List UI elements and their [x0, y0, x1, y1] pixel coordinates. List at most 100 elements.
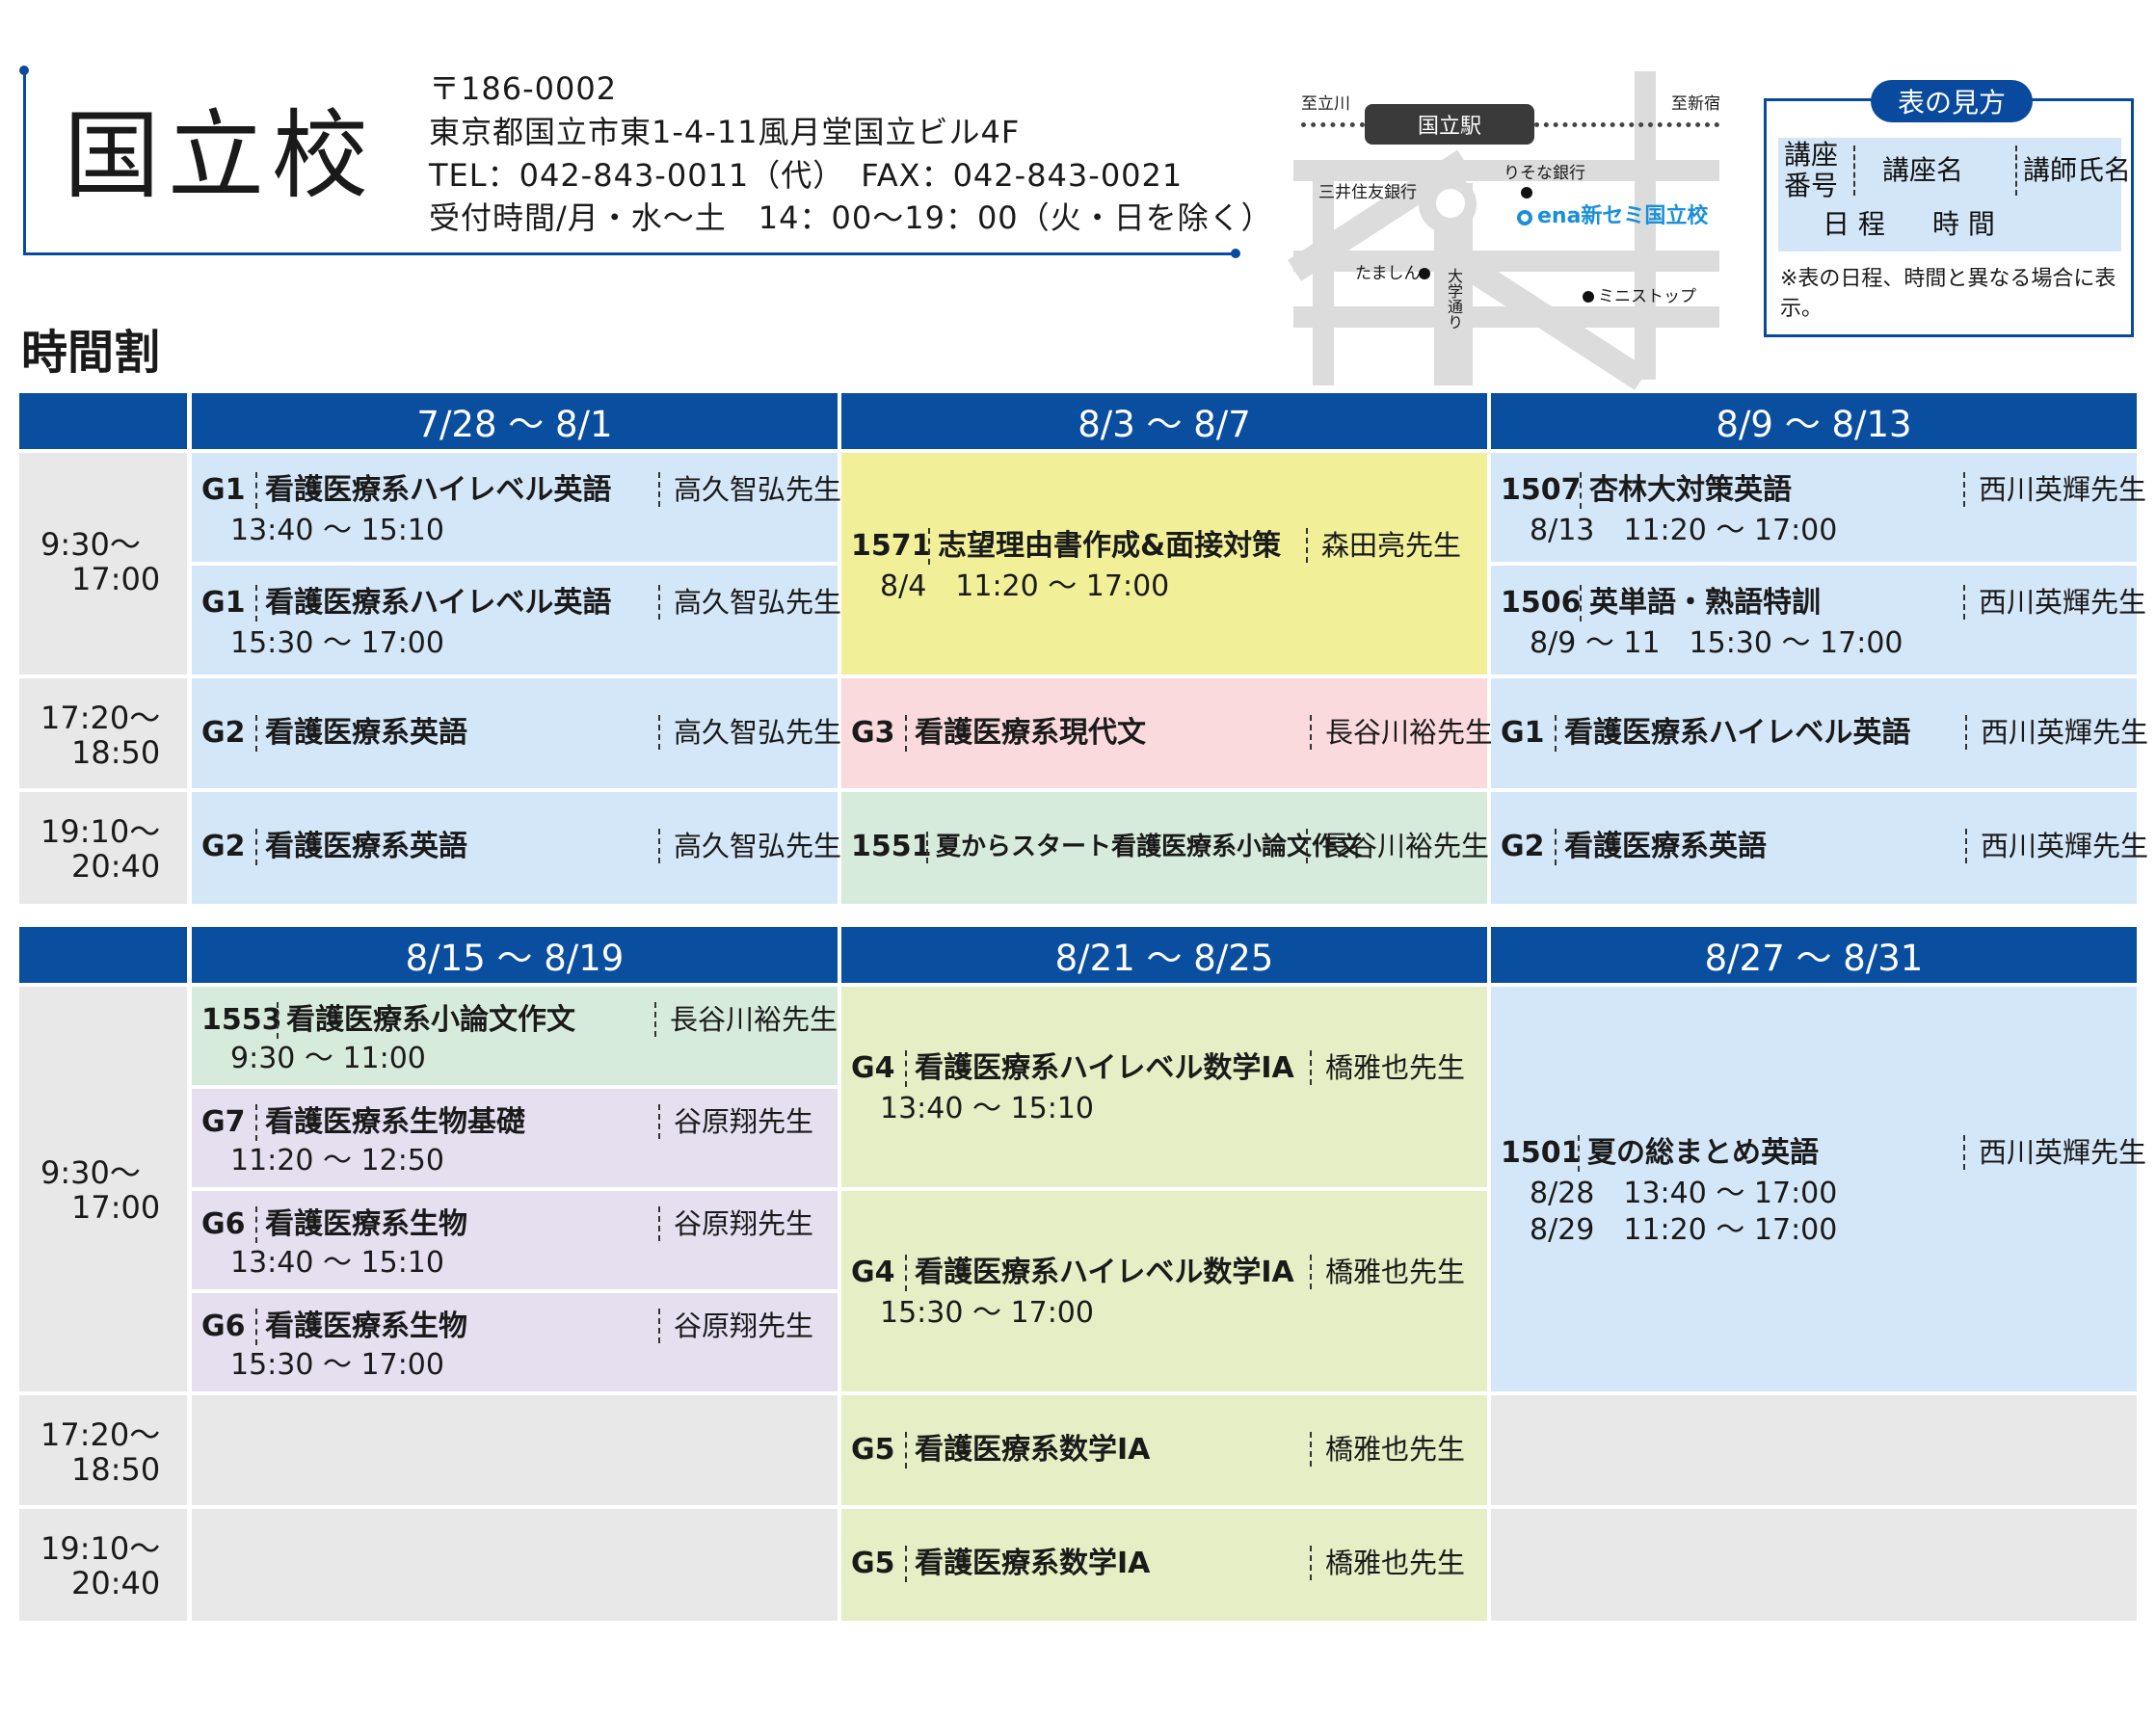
course-cell: G4 看護医療系ハイレベル数学ⅠA 橋雅也先生 13:40 ～ 15:10 — [841, 987, 1487, 1187]
map-label-tachikawa: 至立川 — [1301, 94, 1350, 114]
course-schedule: 15:30 ～ 17:00 — [230, 626, 444, 660]
course-code: G2 — [201, 716, 246, 750]
teacher-name: 谷原翔先生 — [658, 1309, 813, 1344]
teacher-name: 長谷川裕先生 — [1306, 829, 1489, 864]
course-code: G2 — [201, 830, 246, 863]
teacher-name: 橋雅也先生 — [1310, 1050, 1465, 1086]
course-cell: G2 看護医療系英語 西川英輝先生 — [1491, 792, 2148, 904]
course-name: 看護医療系数学ⅠA — [905, 1546, 1150, 1582]
course-code: G5 — [851, 1433, 895, 1467]
course-code: G1 — [201, 473, 246, 507]
map-label-ministop: ミニストップ — [1598, 287, 1696, 306]
teacher-name: 西川英輝先生 — [1965, 829, 2148, 864]
course-code: G1 — [201, 586, 246, 620]
course-name: 看護医療系現代文 — [905, 715, 1146, 752]
course-name: 看護医療系生物 — [255, 1309, 467, 1345]
course-code: G5 — [851, 1547, 895, 1580]
course-cell: G1 看護医療系ハイレベル英語 高久智弘先生 13:40 ～ 15:10 — [192, 453, 841, 562]
teacher-name: 谷原翔先生 — [658, 1104, 813, 1140]
time-cell: 9:30～ 17:00 — [19, 453, 187, 675]
course-code: G4 — [851, 1256, 895, 1289]
teacher-name: 橋雅也先生 — [1310, 1546, 1465, 1581]
legend-schedule: 日 程 — [1823, 208, 1885, 240]
course-name: 看護医療系生物基礎 — [255, 1104, 525, 1141]
course-cell: G7 看護医療系生物基礎 谷原翔先生 11:20 ～ 12:50 — [192, 1089, 838, 1187]
map-roundabout-center — [1436, 189, 1465, 218]
time-cell: 19:10～ 20:40 — [19, 792, 187, 904]
course-name: 夏の総まとめ英語 — [1578, 1135, 1819, 1172]
map-dot — [1583, 291, 1594, 303]
course-schedule: 8/4 11:20 ～ 17:00 — [880, 569, 1170, 603]
date-header: 8/9 ～ 8/13 — [1491, 393, 2137, 449]
course-name: 看護医療系英語 — [1555, 829, 1767, 865]
course-cell: G6 看護医療系生物 谷原翔先生 15:30 ～ 17:00 — [192, 1293, 838, 1391]
teacher-name: 高久智弘先生 — [658, 715, 841, 751]
legend-course: 講座名 — [1882, 154, 1964, 186]
time-cell: 9:30～ 17:00 — [19, 987, 187, 1391]
legend-box: 表の見方 講座 番号 講座名 講師氏名 日 程 時 間 ※表の日程、時間と異なる… — [1764, 80, 2134, 337]
course-code: 1553 — [201, 1003, 282, 1037]
course-schedule: 8/28 13:40 ～ 17:00 — [1530, 1177, 1838, 1210]
course-cell: 1506 英単語・熟語特訓 西川英輝先生 8/9 ～ 11 15:30 ～ 17… — [1491, 566, 2146, 675]
course-code: G6 — [201, 1310, 246, 1343]
course-cell: G5 看護医療系数学ⅠA 橋雅也先生 — [841, 1395, 1487, 1505]
course-name: 看護医療系ハイレベル英語 — [255, 472, 611, 509]
course-name: 看護医療系数学ⅠA — [905, 1432, 1150, 1469]
empty-cell — [192, 1509, 838, 1621]
course-cell: G1 看護医療系ハイレベル英語 高久智弘先生 15:30 ～ 17:00 — [192, 566, 841, 675]
address: 東京都国立市東1-4-11風月堂国立ビル4F — [429, 114, 1021, 150]
course-name: 杏林大対策英語 — [1580, 472, 1792, 509]
course-code: 1571 — [851, 529, 932, 563]
map-dot — [1521, 187, 1532, 198]
course-name: 看護医療系生物 — [255, 1206, 467, 1243]
course-cell: G6 看護医療系生物 谷原翔先生 13:40 ～ 15:10 — [192, 1191, 838, 1289]
time-cell: 17:20～ 18:50 — [19, 678, 187, 788]
course-schedule: 15:30 ～ 17:00 — [230, 1348, 444, 1382]
map-railway — [1534, 122, 1719, 127]
map-label-resona: りそな銀行 — [1504, 164, 1585, 183]
teacher-name: 西川英輝先生 — [1963, 472, 2146, 508]
header-frame-bottom — [23, 252, 1238, 255]
header-dot — [1231, 249, 1240, 258]
course-schedule: 8/13 11:20 ～ 17:00 — [1530, 514, 1838, 547]
legend-code: 講座 番号 — [1784, 139, 1839, 202]
course-cell: 1507 杏林大対策英語 西川英輝先生 8/13 11:20 ～ 17:00 — [1491, 453, 2146, 562]
corner-header — [19, 927, 187, 983]
course-code: G7 — [201, 1105, 246, 1139]
date-header: 8/21 ～ 8/25 — [841, 927, 1487, 983]
phone-fax: TEL：042-843-0011（代） FAX：042-843-0021 — [429, 157, 1184, 194]
course-cell: 1551 夏からスタート看護医療系小論文作文 長谷川裕先生 — [841, 792, 1489, 904]
course-cell: G2 看護医療系英語 高久智弘先生 — [192, 792, 841, 904]
course-code: 1551 — [851, 830, 932, 863]
course-cell: G3 看護医療系現代文 長谷川裕先生 — [841, 678, 1493, 788]
teacher-name: 高久智弘先生 — [658, 829, 841, 864]
course-code: 1506 — [1501, 586, 1582, 620]
map-label-school: ena新セミ国立校 — [1537, 204, 1709, 228]
course-schedule: 13:40 ～ 15:10 — [230, 1246, 444, 1280]
teacher-name: 橋雅也先生 — [1310, 1432, 1465, 1468]
map-label-shinjuku: 至新宿 — [1671, 94, 1720, 114]
legend-separator — [2015, 146, 2017, 196]
access-map: 国立駅 至立川 至新宿 三井住友銀行 りそな銀行 ena新セミ国立校 たましん … — [1288, 67, 1727, 390]
teacher-name: 谷原翔先生 — [658, 1206, 813, 1242]
course-cell: 1501 夏の総まとめ英語 西川英輝先生 8/28 13:40 ～ 17:00 … — [1491, 987, 2146, 1391]
teacher-name: 西川英輝先生 — [1963, 1135, 2146, 1171]
office-hours: 受付時間/月・水～土 14：00～19：00（火・日を除く） — [429, 199, 1273, 236]
teacher-name: 橋雅也先生 — [1310, 1255, 1465, 1290]
course-name: 看護医療系ハイレベル数学ⅠA — [905, 1050, 1294, 1087]
time-cell: 17:20～ 18:50 — [19, 1395, 187, 1505]
map-label-smbc: 三井住友銀行 — [1318, 183, 1417, 202]
course-name: 看護医療系英語 — [255, 715, 467, 752]
corner-header — [19, 393, 187, 449]
empty-cell — [192, 1395, 838, 1505]
course-code: G2 — [1501, 830, 1545, 863]
teacher-name: 長谷川裕先生 — [1310, 715, 1493, 751]
course-cell: G4 看護医療系ハイレベル数学ⅠA 橋雅也先生 15:30 ～ 17:00 — [841, 1191, 1487, 1391]
empty-cell — [1491, 1509, 2137, 1621]
school-location-icon — [1517, 210, 1532, 225]
map-label-street: 大学通り — [1445, 268, 1463, 330]
map-railway — [1301, 122, 1365, 127]
postal-code: 〒186-0002 — [429, 70, 618, 107]
legend-sample: 講座 番号 講座名 講師氏名 日 程 時 間 — [1778, 138, 2131, 251]
course-schedule: 15:30 ～ 17:00 — [880, 1296, 1094, 1330]
